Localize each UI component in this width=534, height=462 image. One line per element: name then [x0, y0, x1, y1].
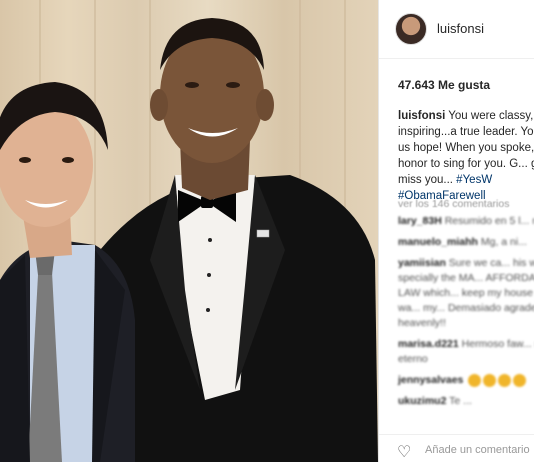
comment-list: lary_83H Resumido en 5 l... mejor manuel…: [398, 214, 534, 415]
comment-item: jennysalvaes: [398, 373, 534, 388]
comment-user[interactable]: lary_83H: [398, 215, 442, 227]
photo-illustration: [0, 0, 378, 462]
caption: luisfonsi You were classy, inspiring...a…: [398, 108, 534, 204]
comment-user[interactable]: marisa.d221: [398, 338, 459, 350]
hashtag-link[interactable]: #YesW: [456, 174, 492, 186]
comment-item: marisa.d221 Hermoso faw... mi amor etern…: [398, 337, 534, 367]
comment-item: lary_83H Resumido en 5 l... mejor: [398, 214, 534, 229]
comment-footer: ♡ Añade un comentario: [379, 434, 534, 462]
username[interactable]: luisfonsi: [437, 21, 484, 36]
post-details-panel: luisfonsi 47.643 Me gusta luisfonsi You …: [378, 0, 534, 462]
comment-user[interactable]: ukuzimu2: [398, 395, 446, 407]
post-header: luisfonsi: [379, 0, 534, 59]
comment-text: Te ...: [449, 395, 472, 407]
comment-user[interactable]: jennysalvaes: [398, 374, 463, 386]
emoji-icon: [513, 373, 527, 387]
likes-count[interactable]: 47.643 Me gusta: [398, 78, 490, 92]
comment-text: Resumido en 5 l... mejor: [444, 215, 534, 227]
comment-user[interactable]: yamiisian: [398, 257, 446, 269]
comment-item: manuelo_miahh Mg, a ni...: [398, 235, 534, 250]
post-photo: [0, 0, 378, 462]
comment-item: ukuzimu2 Te ...: [398, 394, 534, 409]
caption-author[interactable]: luisfonsi: [398, 110, 445, 122]
add-comment-input[interactable]: Añade un comentario: [425, 444, 530, 456]
avatar[interactable]: [395, 13, 427, 45]
comment-text: Mg, a ni...: [480, 236, 527, 248]
emoji-icon: [498, 373, 512, 387]
emoji-icon: [483, 373, 497, 387]
comment-user[interactable]: manuelo_miahh: [398, 236, 478, 248]
emoji-icon: [468, 373, 482, 387]
view-all-comments-link[interactable]: ver los 146 comentarios: [398, 198, 509, 210]
comment-item: yamiisian Sure we ca... his work, specia…: [398, 256, 534, 331]
heart-icon[interactable]: ♡: [397, 442, 411, 462]
